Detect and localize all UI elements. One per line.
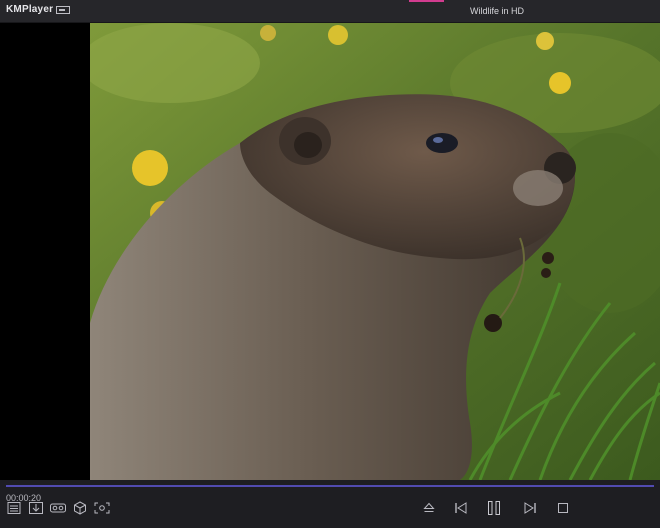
stop-icon[interactable]: [555, 501, 571, 515]
3d-cube-icon[interactable]: [72, 501, 88, 515]
video-image: [90, 23, 660, 480]
menu-icon[interactable]: [56, 6, 70, 14]
app-name: KMPlayer: [6, 4, 54, 15]
skip-previous-icon[interactable]: [453, 501, 469, 515]
title-bar: KMPlayer Wildlife in HD: [0, 0, 660, 23]
eject-icon[interactable]: [421, 501, 437, 515]
skip-next-icon[interactable]: [522, 501, 538, 515]
control-bar: 00:00:20: [0, 480, 660, 528]
vr-icon[interactable]: [50, 501, 66, 515]
video-frame[interactable]: [90, 23, 660, 480]
seek-bar[interactable]: [6, 485, 654, 487]
download-icon[interactable]: [28, 501, 44, 515]
screen-capture-icon[interactable]: [94, 501, 110, 515]
playlist-icon[interactable]: [6, 501, 22, 515]
title-accent-bar: [409, 0, 444, 2]
video-area[interactable]: [0, 23, 660, 480]
video-title: Wildlife in HD: [470, 6, 525, 16]
pause-icon[interactable]: [486, 501, 502, 515]
